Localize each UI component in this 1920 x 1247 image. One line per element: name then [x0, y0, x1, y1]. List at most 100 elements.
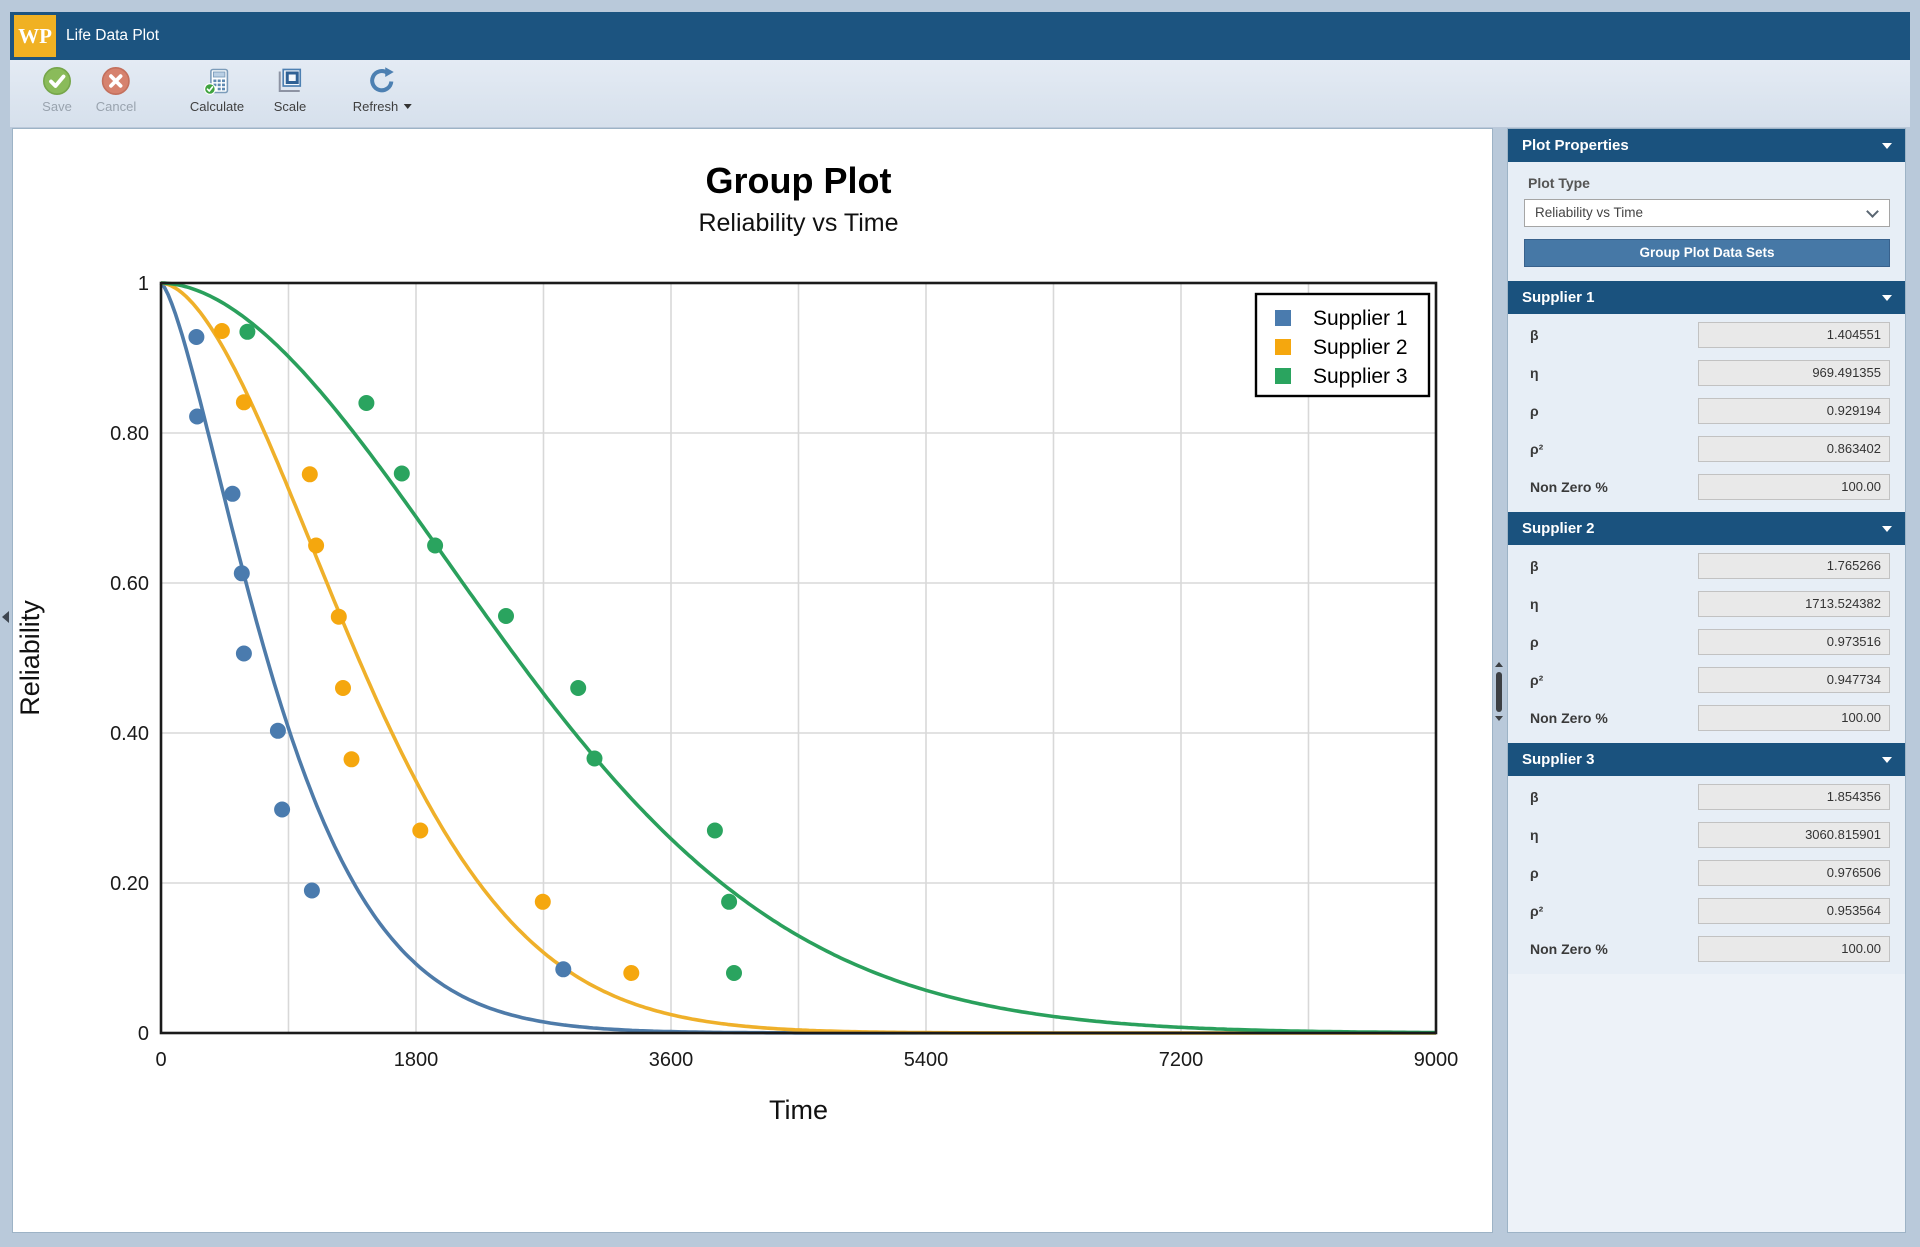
calculate-button[interactable]: Calculate [190, 66, 244, 114]
eta-value-field: 1713.524382 [1698, 591, 1890, 617]
svg-text:3600: 3600 [649, 1049, 694, 1071]
scale-label: Scale [274, 99, 307, 114]
table-row: β 1.765266 [1508, 553, 1905, 580]
chart-panel: 01800360054007200900010.800.600.400.200G… [12, 128, 1493, 1233]
cancel-label: Cancel [96, 99, 136, 114]
cancel-button[interactable]: Cancel [96, 66, 136, 114]
table-row: β1.854356 [1508, 784, 1905, 811]
supplier-1-body: β1.404551 η969.491355 ρ0.929194 ρ²0.8634… [1508, 314, 1905, 512]
plot-type-select[interactable]: Reliability vs Time [1524, 199, 1890, 227]
table-row: ρ² 0.947734 [1508, 667, 1905, 694]
eta-label: η [1530, 596, 1539, 612]
plot-properties-header[interactable]: Plot Properties [1508, 129, 1905, 162]
svg-text:1800: 1800 [394, 1049, 439, 1071]
beta-label: β [1530, 327, 1539, 343]
eta-value-field: 3060.815901 [1698, 822, 1890, 848]
supplier-2-section-header[interactable]: Supplier 2 [1508, 512, 1905, 545]
svg-text:0.80: 0.80 [110, 423, 149, 445]
table-row: η 969.491355 [1508, 360, 1905, 387]
svg-text:0.20: 0.20 [110, 873, 149, 895]
chevron-down-icon [1882, 757, 1892, 763]
beta-value-field: 1.765266 [1698, 553, 1890, 579]
non-zero-label: Non Zero % [1530, 941, 1608, 957]
table-row: ρ² 0.953564 [1508, 898, 1905, 925]
table-row: ρ 0.973516 [1508, 629, 1905, 656]
beta-label: β [1530, 558, 1539, 574]
app-logo: WP [14, 15, 56, 57]
eta-label: η [1530, 827, 1539, 843]
supplier-2-body: β 1.765266 η 1713.524382 ρ 0.973516 ρ² 0.947… [1508, 545, 1905, 743]
toolbar: Save Cancel Calculate Scale [10, 60, 1910, 128]
y-tick-labels: 10.800.600.400.200 [110, 273, 149, 1045]
non-zero-value-field: 100.00 [1698, 474, 1890, 500]
table-row: η 3060.815901 [1508, 822, 1905, 849]
non-zero-value-field: 100.00 [1698, 936, 1890, 962]
panel-splitter-handle[interactable] [1496, 672, 1502, 712]
scale-button[interactable]: Scale [274, 66, 307, 114]
supplier-3-section-header[interactable]: Supplier 3 [1508, 743, 1905, 776]
svg-text:9000: 9000 [1414, 1049, 1459, 1071]
calculator-icon [202, 66, 232, 96]
supplier-3-body: β1.854356 η 3060.815901 ρ0.976506 ρ² 0.953… [1508, 776, 1905, 974]
rho-squared-label: ρ² [1530, 672, 1543, 688]
x-tick-labels: 0 1800 3600 5400 7200 9000 [155, 1049, 1458, 1071]
table-row: β1.404551 [1508, 322, 1905, 349]
svg-text:7200: 7200 [1159, 1049, 1204, 1071]
collapse-left-panel-arrow[interactable] [2, 611, 9, 623]
calculate-label: Calculate [190, 99, 244, 114]
rho-squared-value-field: 0.947734 [1698, 667, 1890, 693]
supplier-1-section-header[interactable]: Supplier 1 [1508, 281, 1905, 314]
x-axis-label: Time [769, 1095, 828, 1125]
scale-icon [275, 66, 305, 96]
save-label: Save [42, 99, 72, 114]
y-axis-label: Reliability [15, 600, 45, 716]
plot-type-selected-value: Reliability vs Time [1535, 205, 1643, 220]
rho-label: ρ [1530, 403, 1539, 419]
rho-squared-value-field: 0.953564 [1698, 898, 1890, 924]
table-row: ρ 0.929194 [1508, 398, 1905, 425]
supplier-3-header-label: Supplier 3 [1522, 751, 1595, 768]
splitter-arrow-up-icon [1495, 662, 1503, 667]
svg-text:Supplier 1: Supplier 1 [1313, 307, 1408, 330]
non-zero-label: Non Zero % [1530, 710, 1608, 726]
svg-text:0: 0 [138, 1023, 149, 1045]
svg-text:0.40: 0.40 [110, 723, 149, 745]
svg-text:Supplier 2: Supplier 2 [1313, 336, 1408, 359]
group-plot-chart: 01800360054007200900010.800.600.400.200G… [13, 129, 1492, 1237]
legend-swatch-icon [1275, 310, 1291, 326]
supplier-1-header-label: Supplier 1 [1522, 289, 1595, 306]
eta-label: η [1530, 365, 1539, 381]
plot-properties-panel: Plot Properties Plot Type Reliability vs… [1507, 128, 1906, 1233]
refresh-label: Refresh [353, 99, 399, 114]
table-row: ρ0.976506 [1508, 860, 1905, 887]
save-button[interactable]: Save [42, 66, 72, 114]
refresh-dropdown-caret[interactable] [403, 104, 411, 109]
table-row: Non Zero % 100.00 [1508, 705, 1905, 732]
legend: Supplier 1 Supplier 2 Supplier 3 [1256, 294, 1429, 396]
supplier-2-header-label: Supplier 2 [1522, 520, 1595, 537]
rho-label: ρ [1530, 634, 1539, 650]
legend-swatch-icon [1275, 339, 1291, 355]
rho-squared-label: ρ² [1530, 903, 1543, 919]
cancel-x-icon [101, 66, 131, 96]
group-plot-data-sets-button[interactable]: Group Plot Data Sets [1524, 239, 1890, 267]
table-row: Non Zero %100.00 [1508, 474, 1905, 501]
rho-label: ρ [1530, 865, 1539, 881]
svg-text:0: 0 [155, 1049, 166, 1071]
window-titlebar: WP Life Data Plot [10, 12, 1910, 60]
table-row: η 1713.524382 [1508, 591, 1905, 618]
window-title: Life Data Plot [66, 27, 159, 45]
refresh-icon [367, 66, 397, 96]
eta-value-field: 969.491355 [1698, 360, 1890, 386]
table-row: Non Zero % 100.00 [1508, 936, 1905, 963]
rho-value-field: 0.929194 [1698, 398, 1890, 424]
refresh-button[interactable]: Refresh [353, 66, 412, 114]
chevron-down-icon [1882, 143, 1892, 149]
save-check-icon [42, 66, 72, 96]
chart-title: Group Plot [706, 160, 892, 201]
svg-text:Supplier 3: Supplier 3 [1313, 365, 1408, 388]
svg-text:5400: 5400 [904, 1049, 949, 1071]
rho-value-field: 0.973516 [1698, 629, 1890, 655]
svg-text:0.60: 0.60 [110, 573, 149, 595]
non-zero-value-field: 100.00 [1698, 705, 1890, 731]
